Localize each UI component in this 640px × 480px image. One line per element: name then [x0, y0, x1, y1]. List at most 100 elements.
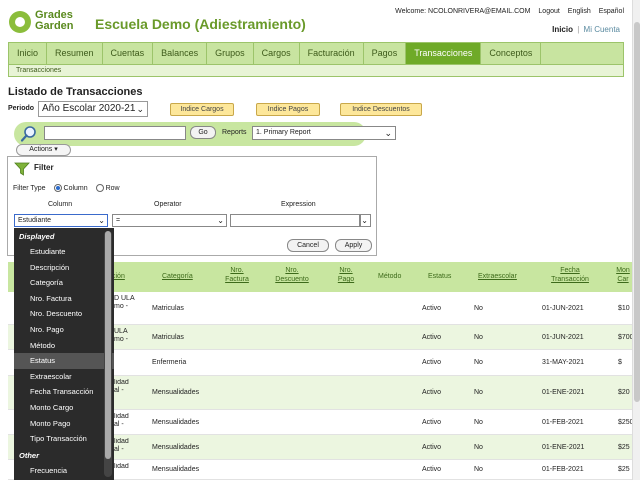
cell-fecha: 01-JUN-2021 [542, 305, 584, 312]
nav-separator: | [577, 25, 580, 34]
caret-down-icon: ▾ [54, 146, 58, 153]
chevron-down-icon: ⌄ [217, 216, 224, 225]
cell-categoria: Mensualidades [152, 444, 200, 451]
search-bar: Go Reports 1. Primary Report ⌄ [14, 122, 396, 146]
cancel-button[interactable]: Cancel [287, 239, 329, 252]
logo-text: Grades Garden [35, 9, 74, 32]
cell-descripcion: lidad [114, 463, 129, 470]
menu-item-transacciones[interactable]: Transacciones [406, 43, 482, 64]
cell-fecha: 01-FEB-2021 [542, 419, 584, 426]
menu-item-balances[interactable]: Balances [153, 43, 208, 64]
header-estatus: Estatus [428, 273, 452, 280]
cell-fecha: 01-ENE-2021 [542, 389, 585, 396]
radio-column[interactable] [53, 184, 62, 192]
dropdown-option[interactable]: Tipo Transacción [14, 431, 114, 447]
cell-estatus: Activo [422, 466, 442, 473]
cell-extraescolar: No [474, 444, 483, 451]
column-select[interactable]: Estudiante ⌄ [14, 214, 108, 227]
reports-select[interactable]: 1. Primary Report ⌄ [252, 126, 396, 140]
header-fecha-transaccion[interactable]: Fecha Transacción [546, 266, 594, 284]
cell-estatus: Activo [422, 305, 442, 312]
grades-garden-logo[interactable]: Grades Garden [9, 9, 81, 35]
top-nav: Inicio | Mi Cuenta [552, 25, 620, 34]
dropdown-option[interactable]: Extraescolar [14, 369, 114, 385]
cell-estatus: Activo [422, 419, 442, 426]
cell-categoria: Matriculas [152, 334, 184, 341]
logo-mark-icon [9, 11, 31, 33]
column-dropdown-list: Displayed Estudiante Descripción Categoría N… [14, 228, 114, 480]
cell-categoria: Mensualidades [152, 466, 200, 473]
dropdown-option[interactable]: Nro. Factura [14, 291, 114, 307]
search-icon[interactable] [20, 125, 38, 143]
sub-menu: Transacciones [8, 64, 624, 77]
menu-item-facturacion[interactable]: Facturación [300, 43, 364, 64]
inicio-link[interactable]: Inicio [552, 25, 573, 34]
header-extraescolar[interactable]: Extraescolar [478, 272, 517, 281]
menu-item-cargos[interactable]: Cargos [254, 43, 300, 64]
dropdown-option[interactable]: Método [14, 338, 114, 354]
indice-descuentos-button[interactable]: Indice Descuentos [340, 103, 422, 116]
dropdown-group-other: Other [19, 450, 40, 460]
dropdown-option[interactable]: Fecha Transacción [14, 384, 114, 400]
cell-categoria: Mensualidades [152, 419, 200, 426]
dropdown-option[interactable]: Nro. Pago [14, 322, 114, 338]
dropdown-group-displayed: Displayed [19, 232, 55, 241]
dropdown-option[interactable]: Categoría [14, 275, 114, 291]
header-monto-cargo[interactable]: Mon Car [616, 266, 630, 284]
dropdown-scrollbar-thumb[interactable] [105, 231, 111, 459]
page-title: Listado de Transacciones [8, 86, 143, 98]
page-scrollbar[interactable] [632, 0, 640, 480]
period-select[interactable]: Año Escolar 2020-21 ⌄ [38, 101, 148, 117]
dropdown-option[interactable]: Estudiante [14, 244, 114, 260]
cell-descripcion: D ULA mo - [114, 295, 135, 310]
cell-estatus: Activo [422, 444, 442, 451]
header-nro-descuento[interactable]: Nro. Descuento [272, 266, 312, 284]
menu-item-pagos[interactable]: Pagos [364, 43, 407, 64]
radio-row[interactable] [95, 184, 104, 192]
dropdown-option[interactable]: Monto Cargo [14, 400, 114, 416]
user-links: Welcome: NCOLONRIVERA@EMAIL.COM Logout E… [395, 8, 624, 15]
menu-item-cuentas[interactable]: Cuentas [103, 43, 154, 64]
operator-select[interactable]: = ⌄ [112, 214, 227, 227]
sub-menu-item-transacciones[interactable]: Transacciones [16, 67, 61, 74]
cell-extraescolar: No [474, 305, 483, 312]
dropdown-option[interactable]: Monto Pago [14, 416, 114, 432]
header-nro-factura[interactable]: Nro. Factura [222, 266, 252, 284]
english-link[interactable]: English [568, 8, 591, 15]
search-input[interactable] [44, 126, 186, 140]
indice-cargos-button[interactable]: Indice Cargos [170, 103, 234, 116]
cell-monto: $25 [618, 466, 630, 473]
cell-estatus: Activo [422, 389, 442, 396]
menu-item-conceptos[interactable]: Conceptos [481, 43, 542, 64]
dropdown-option[interactable]: Frecuencia [14, 463, 114, 479]
expression-dropdown[interactable]: ⌄ [360, 214, 371, 227]
operator-header: Operator [154, 201, 182, 208]
actions-button[interactable]: Actions ▾ [16, 144, 71, 156]
cell-categoria: Mensualidades [152, 389, 200, 396]
dropdown-option[interactable]: Estatus [14, 353, 114, 369]
mi-cuenta-link[interactable]: Mi Cuenta [584, 25, 620, 34]
espanol-link[interactable]: Español [599, 8, 624, 15]
expression-header: Expression [281, 201, 316, 208]
cell-extraescolar: No [474, 359, 483, 366]
expression-input[interactable] [230, 214, 360, 227]
reports-label: Reports [222, 129, 247, 136]
column-header: Column [48, 201, 73, 208]
apply-button[interactable]: Apply [335, 239, 372, 252]
header-categoria[interactable]: Categoría [162, 272, 193, 281]
dropdown-scrollbar[interactable] [104, 231, 112, 477]
cell-fecha: 31-MAY-2021 [542, 359, 585, 366]
dropdown-option[interactable]: Descripción [14, 260, 114, 276]
page-scrollbar-thumb[interactable] [634, 22, 640, 402]
menu-item-grupos[interactable]: Grupos [207, 43, 254, 64]
dropdown-option[interactable]: Nro. Descuento [14, 306, 114, 322]
menu-item-inicio[interactable]: Inicio [9, 43, 48, 64]
menu-item-resumen[interactable]: Resumen [47, 43, 103, 64]
cell-monto: $ [618, 359, 622, 366]
cell-extraescolar: No [474, 334, 483, 341]
go-button[interactable]: Go [190, 126, 216, 139]
indice-pagos-button[interactable]: Indice Pagos [256, 103, 320, 116]
logout-link[interactable]: Logout [538, 8, 559, 15]
header-nro-pago[interactable]: Nro. Pago [334, 266, 358, 284]
cell-descripcion: ULA mo - [114, 328, 128, 343]
